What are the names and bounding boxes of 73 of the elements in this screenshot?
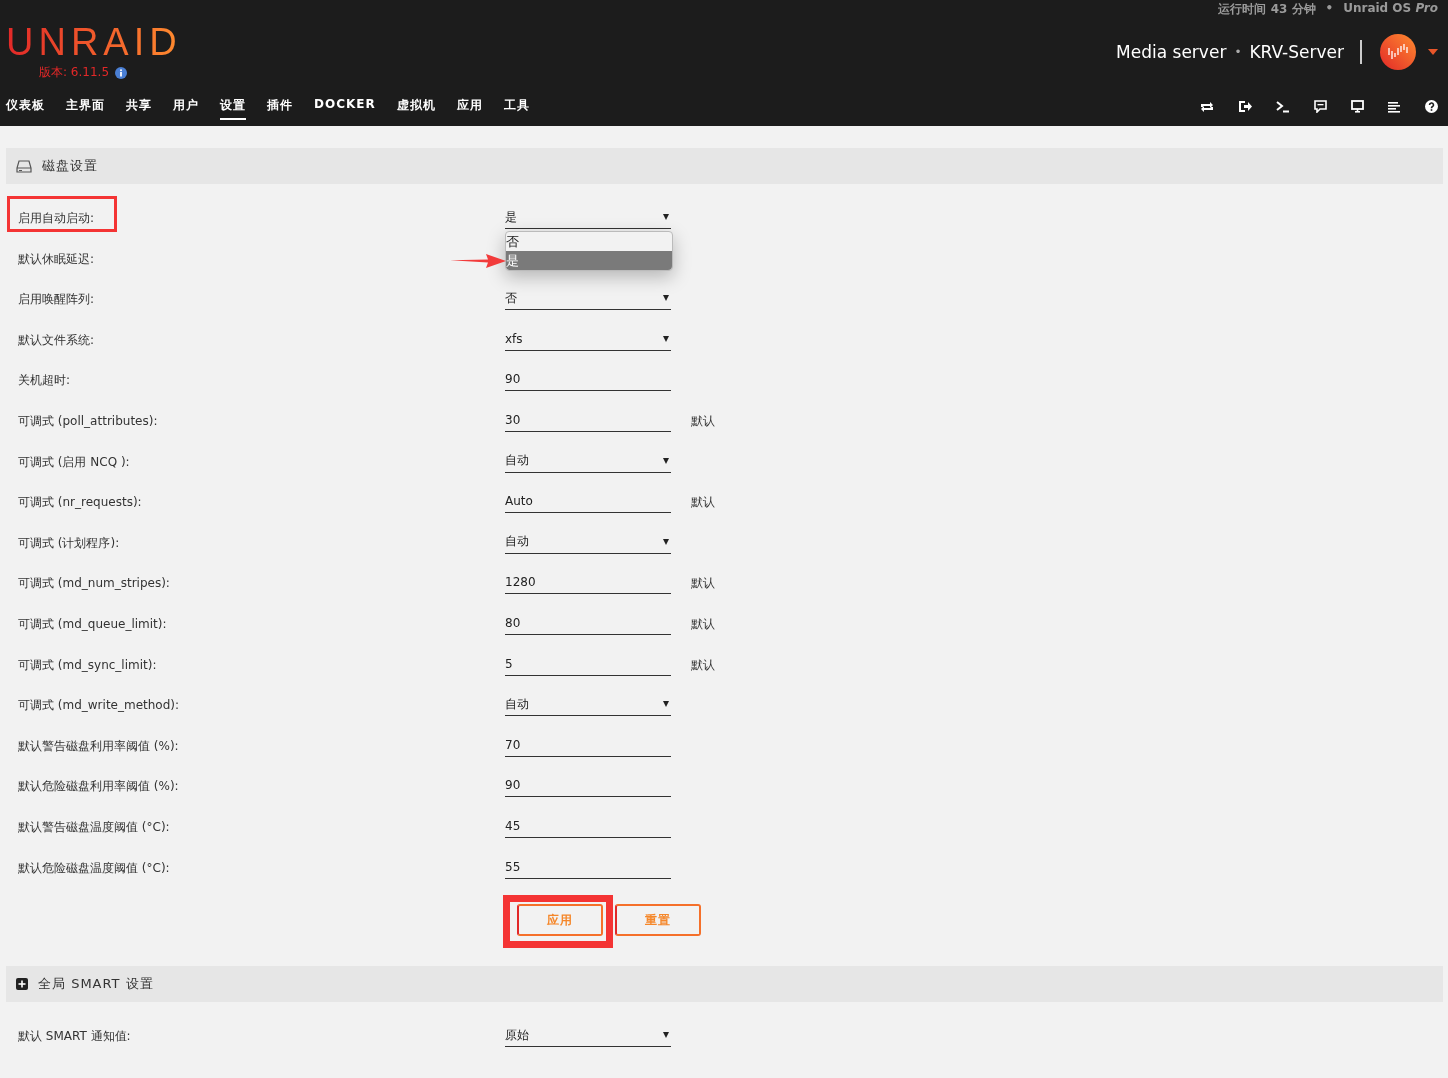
input-field[interactable]: 90 xyxy=(505,366,671,392)
setting-label: 启用自动启动: xyxy=(18,211,95,225)
nav-tab[interactable]: 用户 xyxy=(173,97,199,120)
comment-icon[interactable] xyxy=(1314,100,1327,113)
select-field[interactable]: 自动 xyxy=(505,447,671,473)
nav-tab[interactable]: 主界面 xyxy=(66,97,105,120)
setting-label: 默认危险磁盘利用率阈值 (%): xyxy=(18,779,179,794)
setting-label: 默认 SMART 通知值: xyxy=(18,1029,131,1044)
input-field[interactable]: 30 xyxy=(505,406,671,432)
section-header[interactable]: 全局 SMART 设置 xyxy=(6,966,1443,1003)
setting-label: 默认休眠延迟: xyxy=(18,251,95,266)
plus-square-icon xyxy=(16,978,28,991)
license-text: Unraid OS Pro xyxy=(1343,1,1438,17)
separator-dot: • xyxy=(1325,1,1334,17)
setting-label: 启用唤醒阵列: xyxy=(18,292,95,307)
setting-label: 默认文件系统: xyxy=(18,332,95,347)
select-field[interactable]: 自动 xyxy=(505,691,671,717)
setting-label: 默认警告磁盘利用率阈值 (%): xyxy=(18,738,179,753)
input-field[interactable]: 1280 xyxy=(505,569,671,595)
setting-label: 可调式 (md_write_method): xyxy=(18,698,180,713)
dropdown-option[interactable]: 是 xyxy=(506,251,672,270)
input-field[interactable]: 55 xyxy=(505,853,671,879)
terminal-icon[interactable] xyxy=(1276,100,1290,113)
section-header[interactable]: 磁盘设置 xyxy=(6,148,1443,184)
input-field[interactable]: 80 xyxy=(505,609,671,635)
default-label: 默认 xyxy=(691,656,715,674)
setting-label: 可调式 (md_num_stripes): xyxy=(18,576,170,591)
nav-tab[interactable]: 应用 xyxy=(456,97,483,120)
setting-label: 可调式 (md_queue_limit): xyxy=(18,616,167,631)
separator-dot: • xyxy=(1234,45,1242,59)
default-label: 默认 xyxy=(691,412,715,430)
nav-tab[interactable]: 仪表板 xyxy=(6,97,45,120)
select-field[interactable]: 否 xyxy=(505,285,671,311)
uptime-text: 运行时间 43 分钟 xyxy=(1218,1,1316,18)
dropdown-option[interactable]: 否 xyxy=(506,232,672,251)
setting-label: 关机超时: xyxy=(18,373,71,388)
monitor-icon[interactable] xyxy=(1351,100,1364,113)
setting-label: 可调式 (md_sync_limit): xyxy=(18,657,157,672)
default-label: 默认 xyxy=(691,615,715,633)
nav-tab[interactable]: 设置 xyxy=(220,97,246,120)
nav-tab[interactable]: 工具 xyxy=(503,97,530,120)
input-field[interactable]: 45 xyxy=(505,812,671,838)
select-field[interactable]: 是 xyxy=(505,204,671,229)
input-field[interactable]: 70 xyxy=(505,731,671,757)
server-logo-icon[interactable] xyxy=(1380,34,1416,70)
setting-label: 默认危险磁盘温度阈值 (°C): xyxy=(18,860,170,875)
input-field[interactable]: Auto xyxy=(505,488,671,514)
version-text: 版本: 6.11.5 xyxy=(39,64,110,81)
setting-label: 可调式 (nr_requests): xyxy=(18,495,142,510)
caret-icon[interactable] xyxy=(1428,49,1438,55)
setting-label: 可调式 (启用 NCQ ): xyxy=(18,454,130,469)
nav-tab[interactable]: 插件 xyxy=(267,97,293,120)
info-icon[interactable] xyxy=(115,66,128,79)
select-field[interactable]: 原始 xyxy=(505,1022,671,1048)
sign-out-icon[interactable] xyxy=(1238,100,1252,113)
select-field[interactable]: xfs xyxy=(505,325,671,351)
server-description: Media server xyxy=(1116,42,1227,62)
default-label: 默认 xyxy=(691,575,715,593)
swap-icon[interactable] xyxy=(1200,100,1214,113)
hard-drive-icon xyxy=(16,159,32,173)
help-icon[interactable] xyxy=(1425,100,1438,113)
setting-label: 默认警告磁盘温度阈值 (°C): xyxy=(18,819,170,834)
setting-label: 可调式 (poll_attributes): xyxy=(18,413,158,428)
nav-tab[interactable]: 虚拟机 xyxy=(396,97,436,120)
select-field[interactable]: 自动 xyxy=(505,528,671,554)
input-field[interactable]: 90 xyxy=(505,772,671,798)
setting-label: 可调式 (计划程序): xyxy=(18,535,120,550)
input-field[interactable]: 5 xyxy=(505,650,671,676)
default-label: 默认 xyxy=(691,494,715,512)
list-icon[interactable] xyxy=(1388,100,1401,113)
nav-tab[interactable]: DOCKER xyxy=(314,97,376,120)
nav-tab[interactable]: 共享 xyxy=(126,97,152,120)
server-name: KRV-Server xyxy=(1249,42,1344,62)
